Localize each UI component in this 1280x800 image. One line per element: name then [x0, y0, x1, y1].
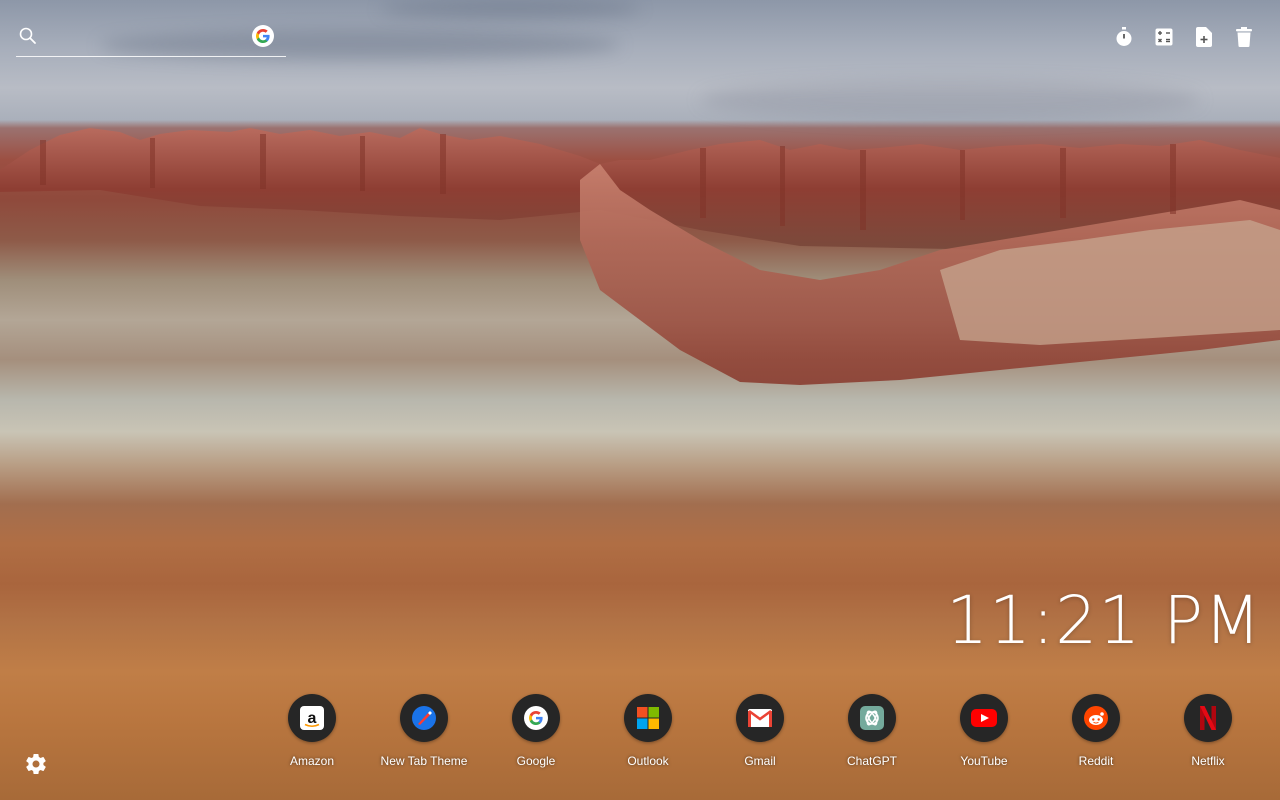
shortcut-label: Amazon	[289, 754, 335, 768]
shortcut-amazon[interactable]: a Amazon	[256, 694, 368, 768]
outlook-icon[interactable]	[624, 694, 672, 742]
search-input[interactable]	[46, 24, 250, 50]
toolbar	[1114, 26, 1254, 48]
netflix-icon[interactable]	[1184, 694, 1232, 742]
reddit-icon[interactable]	[1072, 694, 1120, 742]
new-tab-theme-icon[interactable]	[400, 694, 448, 742]
trash-icon[interactable]	[1234, 26, 1254, 48]
cloud	[700, 80, 1200, 120]
svg-text:a: a	[308, 710, 317, 727]
chatgpt-icon[interactable]	[848, 694, 896, 742]
calculator-icon[interactable]	[1154, 26, 1174, 48]
search-icon[interactable]	[18, 26, 38, 46]
shortcut-label: Outlook	[627, 754, 669, 768]
youtube-icon[interactable]	[960, 694, 1008, 742]
gmail-icon[interactable]	[736, 694, 784, 742]
shortcut-netflix[interactable]: Netflix	[1152, 694, 1264, 768]
shortcut-google[interactable]: Google	[480, 694, 592, 768]
shortcut-label: YouTube	[960, 754, 1008, 768]
shortcut-youtube[interactable]: YouTube	[928, 694, 1040, 768]
new-tab-page: 11:21 PM a Amazon New Tab Theme Google O…	[0, 0, 1280, 800]
shortcut-reddit[interactable]: Reddit	[1040, 694, 1152, 768]
timer-icon[interactable]	[1114, 26, 1134, 48]
shortcut-label: Google	[516, 754, 556, 768]
shortcut-new-tab-theme[interactable]: New Tab Theme	[368, 694, 480, 768]
google-icon[interactable]	[252, 25, 274, 47]
clock: 11:21 PM	[946, 582, 1262, 659]
amazon-icon[interactable]: a	[288, 694, 336, 742]
add-note-icon[interactable]	[1194, 26, 1214, 48]
shortcut-outlook[interactable]: Outlook	[592, 694, 704, 768]
shortcut-label: Reddit	[1078, 754, 1114, 768]
google-icon[interactable]	[512, 694, 560, 742]
cloud	[380, 0, 640, 18]
shortcut-label: New Tab Theme	[380, 754, 468, 768]
shortcut-gmail[interactable]: Gmail	[704, 694, 816, 768]
gear-icon[interactable]	[24, 752, 48, 776]
shortcut-label: ChatGPT	[846, 754, 897, 768]
shortcut-dock: a Amazon New Tab Theme Google Outlook Gm…	[256, 694, 1264, 768]
shortcut-label: Netflix	[1191, 754, 1225, 768]
shortcut-label: Gmail	[744, 754, 776, 768]
red-rock-cliffs	[0, 128, 1280, 385]
search-bar[interactable]	[16, 24, 286, 57]
shortcut-chatgpt[interactable]: ChatGPT	[816, 694, 928, 768]
